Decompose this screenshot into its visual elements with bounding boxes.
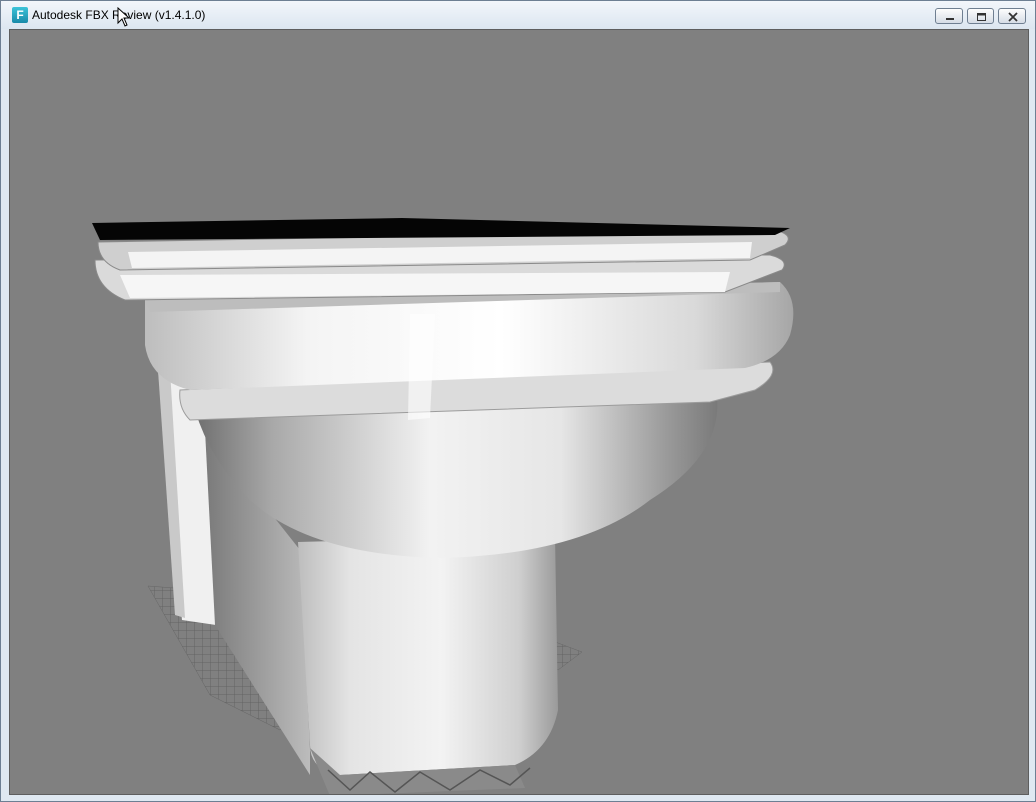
close-icon bbox=[1008, 12, 1018, 22]
mouse-cursor-icon bbox=[117, 7, 129, 27]
minimize-button[interactable] bbox=[935, 8, 963, 24]
maximize-button[interactable] bbox=[967, 8, 994, 24]
title-bar[interactable]: F Autodesk FBX Review (v1.4.1.0) bbox=[1, 1, 1035, 29]
maximize-icon bbox=[977, 13, 986, 21]
3d-viewport[interactable] bbox=[9, 29, 1029, 795]
minimize-icon bbox=[946, 18, 954, 20]
toilet-3d-model[interactable] bbox=[10, 30, 1029, 795]
fbx-review-app-icon[interactable]: F bbox=[12, 7, 28, 23]
close-button[interactable] bbox=[998, 8, 1026, 24]
app-window: F Autodesk FBX Review (v1.4.1.0) bbox=[0, 0, 1036, 802]
